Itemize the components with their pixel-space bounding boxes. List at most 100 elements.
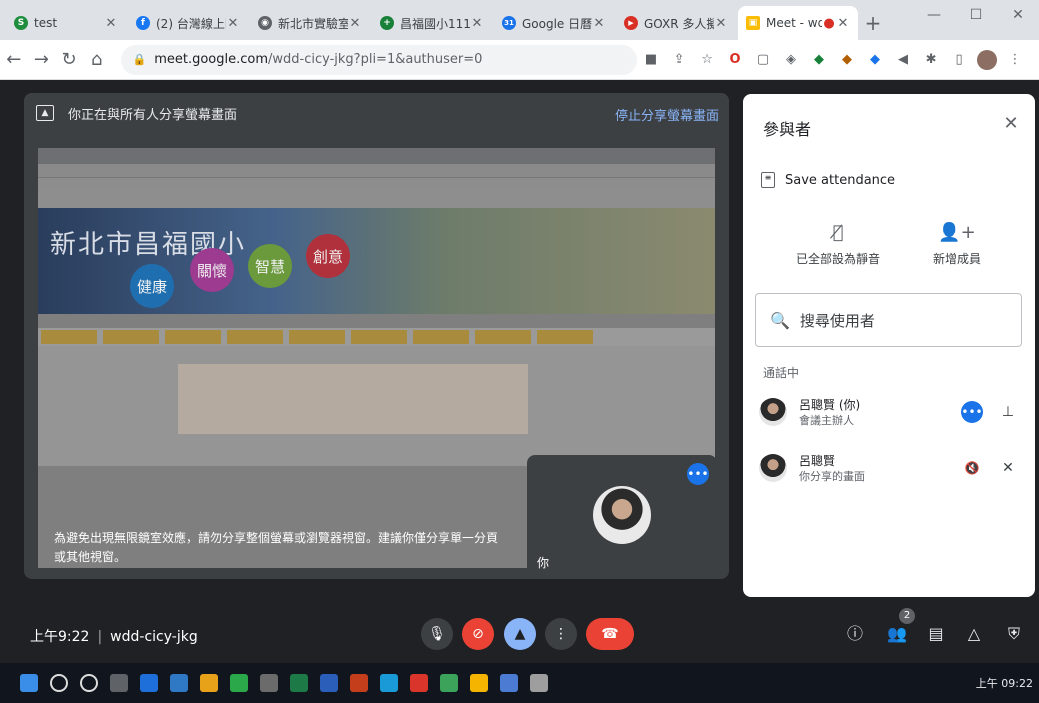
more-options-button[interactable]: ⋮ [545, 618, 577, 650]
task-view-icon[interactable] [110, 674, 128, 692]
stop-presenting-button[interactable]: 停止分享螢幕畫面 [615, 105, 719, 124]
browser-tab[interactable]: f (2) 台灣線上同✕ [128, 6, 248, 40]
extension-icon[interactable]: ▢ [753, 50, 773, 70]
back-arrow-icon[interactable]: ← [0, 49, 28, 70]
taskbar-app-icon[interactable] [290, 674, 308, 692]
meeting-details-icon[interactable]: ⓘ [843, 622, 867, 646]
camera-off-button[interactable]: ⊘ [462, 618, 494, 650]
mirror-bubble: 關懷 [190, 248, 234, 292]
taskbar-app-icon[interactable] [320, 674, 338, 692]
participant-name: 呂聰賢 [799, 454, 836, 468]
taskbar-app-icon[interactable] [500, 674, 518, 692]
mirror-address-bar [38, 164, 715, 178]
share-icon[interactable]: ⇪ [669, 50, 689, 70]
windows-start-icon[interactable] [20, 674, 38, 692]
tab-close-icon[interactable]: ✕ [226, 16, 240, 31]
taskbar-app-icon[interactable] [440, 674, 458, 692]
host-controls-icon[interactable]: ⛨ [1002, 622, 1026, 646]
participant-avatar [759, 398, 787, 426]
extension-icon[interactable]: ◈ [781, 50, 801, 70]
home-icon[interactable]: ⌂ [83, 49, 111, 70]
close-panel-icon[interactable]: ✕ [999, 112, 1023, 136]
people-icon[interactable]: 👥 [885, 622, 909, 646]
taskbar-app-icon[interactable] [380, 674, 398, 692]
extension-icon[interactable]: ◆ [865, 50, 885, 70]
tab-close-icon[interactable]: ✕ [470, 16, 484, 31]
extension-icon[interactable]: ◀ [893, 50, 913, 70]
tab-favicon-icon: ▶ [624, 16, 638, 30]
tab-favicon-icon: ◉ [258, 16, 272, 30]
unpin-icon[interactable]: ✕ [997, 457, 1019, 479]
tab-close-icon[interactable]: ✕ [836, 16, 850, 31]
extension-icon[interactable]: ◆ [837, 50, 857, 70]
browser-tab[interactable]: ▶ GOXR 多人擬 ✕ [616, 6, 736, 40]
taskbar-app-icon[interactable] [530, 674, 548, 692]
puzzle-icon[interactable]: ✱ [921, 50, 941, 70]
taskbar-app-icon[interactable] [230, 674, 248, 692]
sidepanel-icon[interactable]: ▯ [949, 50, 969, 70]
browser-tab[interactable]: ◉ 新北市實驗室 ✕ [250, 6, 370, 40]
presenting-text: 你正在與所有人分享螢幕畫面 [68, 107, 238, 123]
meet-control-bar: 上午9:22 | wdd-cicy-jkg 🎙 ⊘ ▲ ⋮ ☎ ⓘ 2 👥 ▤ △ … [0, 600, 1039, 663]
close-window-button[interactable]: ✕ [997, 0, 1039, 32]
mirror-tab-strip [38, 148, 715, 164]
reload-icon[interactable]: ↻ [55, 49, 83, 70]
pin-icon[interactable]: ⊥ [997, 401, 1019, 423]
meeting-code: wdd-cicy-jkg [110, 629, 198, 645]
tab-title: GOXR 多人擬 [644, 16, 714, 31]
mirror-bubble: 健康 [130, 264, 174, 308]
bookmark-star-icon[interactable]: ☆ [697, 50, 717, 70]
taskbar-app-icon[interactable] [140, 674, 158, 692]
camera-icon[interactable]: ■ [641, 50, 661, 70]
browser-tab[interactable]: + 昌福國小111年✕ [372, 6, 492, 40]
minimize-button[interactable]: — [913, 0, 955, 32]
tab-close-icon[interactable]: ✕ [104, 16, 118, 31]
activities-icon[interactable]: △ [962, 622, 986, 646]
browser-tab[interactable]: Stest ✕ [6, 6, 126, 40]
taskbar-search-icon[interactable] [50, 674, 68, 692]
forward-arrow-icon[interactable]: → [28, 49, 56, 70]
tab-favicon-icon: f [136, 16, 150, 30]
taskbar-app-icon[interactable] [200, 674, 218, 692]
chat-icon[interactable]: ▤ [924, 622, 948, 646]
mirror-bookmarks-bar [38, 178, 715, 190]
tab-close-icon[interactable]: ✕ [714, 16, 728, 31]
browser-toolbar: ← → ↻ ⌂ 🔒 meet.google.com/wdd-cicy-jkg?p… [0, 40, 1039, 80]
taskbar-clock: 上午 09:22 [975, 677, 1033, 690]
new-tab-button[interactable]: + [860, 10, 886, 36]
profile-avatar-icon[interactable] [977, 49, 998, 70]
maximize-button[interactable]: ☐ [955, 0, 997, 32]
infinite-mirror-warning: 為避免出現無限鏡室效應，請勿分享整個螢幕或瀏覽器視窗。建議你僅分享單一分頁 或其… [54, 531, 499, 564]
save-attendance-button[interactable]: ≡ Save attendance [761, 172, 895, 188]
panel-title: 參與者 [763, 120, 812, 139]
mute-audio-off-icon[interactable]: 🔇 [961, 457, 983, 479]
mic-toggle-button[interactable]: 🎙 [421, 618, 453, 650]
mute-all-button[interactable]: 🎙̸ 已全部設為靜音 [778, 222, 898, 267]
leave-call-button[interactable]: ☎ [586, 618, 634, 650]
address-bar[interactable]: 🔒 meet.google.com/wdd-cicy-jkg?pli=1&aut… [120, 44, 638, 75]
taskbar-app-icon[interactable] [260, 674, 278, 692]
tab-close-icon[interactable]: ✕ [592, 16, 606, 31]
add-people-button[interactable]: 👤+ 新增成員 [897, 222, 1017, 267]
participant-row[interactable]: 呂聰賢 (你) 會議主辦人 ••• ⊥ [757, 394, 1025, 434]
browser-tab-active[interactable]: ▣ Meet - wd ● ✕ [738, 6, 858, 40]
tab-title: 昌福國小111年 [400, 16, 470, 31]
taskbar-app-icon[interactable] [410, 674, 428, 692]
present-now-button[interactable]: ▲ [504, 618, 536, 650]
cortana-icon[interactable] [80, 674, 98, 692]
opera-icon[interactable]: O [725, 50, 745, 70]
participant-row[interactable]: 呂聰賢 你分享的畫面 🔇 ✕ [757, 450, 1025, 490]
browser-tab[interactable]: 31 Google 日曆 ✕ [494, 6, 614, 40]
tab-favicon-icon: + [380, 16, 394, 30]
search-people-input[interactable]: 🔍 搜尋使用者 [755, 293, 1022, 347]
tab-close-icon[interactable]: ✕ [348, 16, 362, 31]
mirror-school-banner: 新北市昌福國小 健康 關懷 智慧 創意 [38, 208, 715, 314]
menu-kebab-icon[interactable]: ⋮ [1005, 50, 1025, 70]
extension-icon[interactable]: ◆ [809, 50, 829, 70]
self-video-tile: 你 ••• [527, 455, 717, 579]
taskbar-app-icon[interactable] [170, 674, 188, 692]
tile-more-options-icon[interactable]: ••• [687, 463, 709, 485]
taskbar-app-icon[interactable] [350, 674, 368, 692]
participant-more-icon[interactable]: ••• [961, 401, 983, 423]
taskbar-app-icon[interactable] [470, 674, 488, 692]
